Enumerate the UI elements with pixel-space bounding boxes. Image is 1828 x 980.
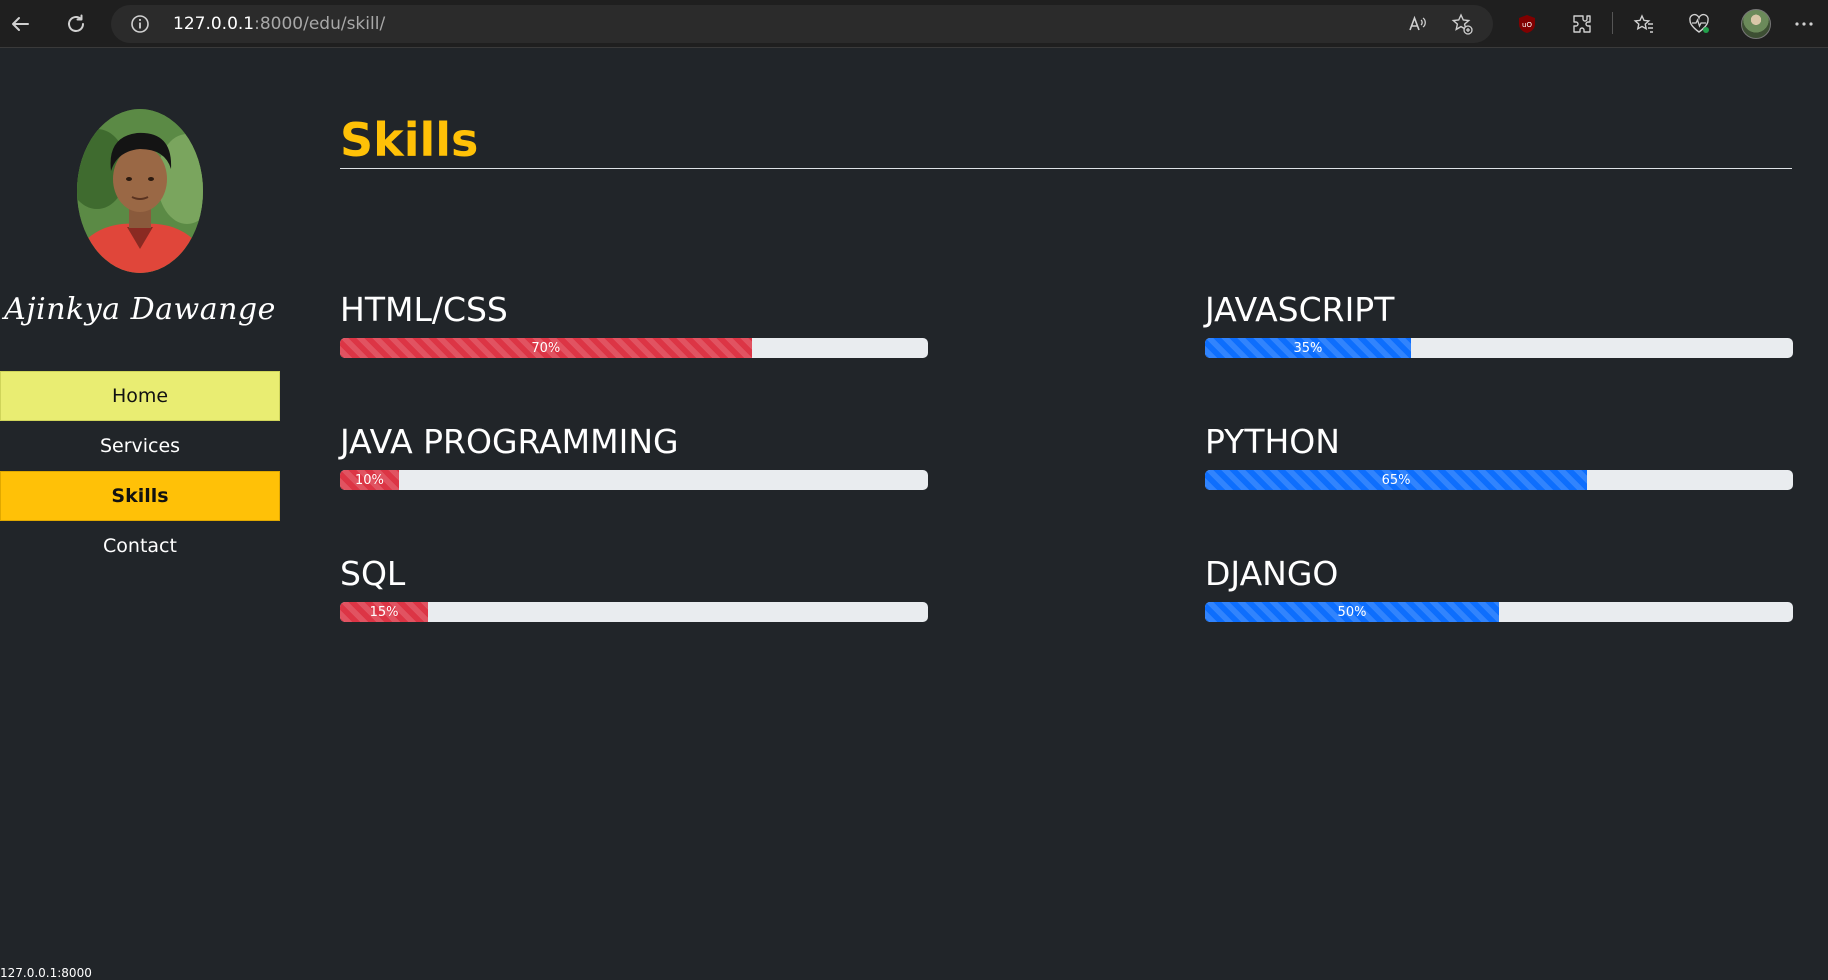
site-info-icon[interactable] <box>129 13 151 35</box>
browser-essentials-icon[interactable] <box>1683 8 1715 40</box>
skill-name: DJANGO <box>1205 554 1339 593</box>
page-title: Skills <box>340 113 479 167</box>
skill-progress-bar: 15% <box>340 602 429 622</box>
skill-sql: SQL 15% <box>340 554 928 622</box>
svg-text:uO: uO <box>1522 21 1532 29</box>
refresh-icon[interactable] <box>60 8 92 40</box>
browser-toolbar: 127.0.0.1:8000/edu/skill/ uO <box>0 0 1828 48</box>
address-bar[interactable]: 127.0.0.1:8000/edu/skill/ <box>111 5 1493 43</box>
nav-skills[interactable]: Skills <box>0 471 280 521</box>
skill-name: PYTHON <box>1205 422 1340 461</box>
skill-name: SQL <box>340 554 406 593</box>
nav-services[interactable]: Services <box>0 421 280 471</box>
skill-progress: 10% <box>340 470 928 490</box>
skill-progress: 50% <box>1205 602 1793 622</box>
url-host: 127.0.0.1 <box>173 14 255 34</box>
favorites-icon[interactable] <box>1628 8 1660 40</box>
skill-progress-bar: 10% <box>340 470 399 490</box>
skill-progress: 35% <box>1205 338 1793 358</box>
extensions-icon[interactable] <box>1566 8 1598 40</box>
skill-progress: 65% <box>1205 470 1793 490</box>
skill-python: PYTHON 65% <box>1205 422 1793 490</box>
title-divider <box>340 168 1792 169</box>
sidebar: Ajinkya Dawange Home Services Skills Con… <box>0 48 280 978</box>
nav-home-label: Home <box>111 385 169 407</box>
nav-contact-label: Contact <box>103 535 177 557</box>
back-icon[interactable] <box>4 8 36 40</box>
skill-progress-bar: 70% <box>340 338 752 358</box>
profile-avatar[interactable] <box>1741 9 1771 39</box>
nav-contact[interactable]: Contact <box>0 521 280 571</box>
profile-photo <box>77 109 203 273</box>
skill-progress: 15% <box>340 602 928 622</box>
url-path: :8000/edu/skill/ <box>254 14 386 34</box>
skill-name: JAVASCRIPT <box>1205 290 1395 329</box>
skill-django: DJANGO 50% <box>1205 554 1793 622</box>
skill-java-programming: JAVA PROGRAMMING 10% <box>340 422 928 490</box>
toolbar-separator <box>1612 12 1613 34</box>
skill-javascript: JAVASCRIPT 35% <box>1205 290 1793 358</box>
nav-skills-label: Skills <box>111 485 169 507</box>
skill-progress-bar: 35% <box>1205 338 1411 358</box>
skill-name: HTML/CSS <box>340 290 508 329</box>
ublock-icon[interactable]: uO <box>1511 8 1543 40</box>
nav-services-label: Services <box>99 435 181 457</box>
profile-name: Ajinkya Dawange <box>4 292 276 327</box>
skill-name: JAVA PROGRAMMING <box>340 422 679 461</box>
add-favorite-icon[interactable] <box>1451 13 1473 35</box>
skill-progress-bar: 50% <box>1205 602 1499 622</box>
skill-progress: 70% <box>340 338 928 358</box>
skill-html-css: HTML/CSS 70% <box>340 290 928 358</box>
read-aloud-icon[interactable] <box>1406 13 1428 35</box>
url-text[interactable]: 127.0.0.1:8000/edu/skill/ <box>173 14 385 34</box>
skill-progress-bar: 65% <box>1205 470 1588 490</box>
nav-home[interactable]: Home <box>0 371 280 421</box>
more-options-icon[interactable] <box>1788 8 1820 40</box>
